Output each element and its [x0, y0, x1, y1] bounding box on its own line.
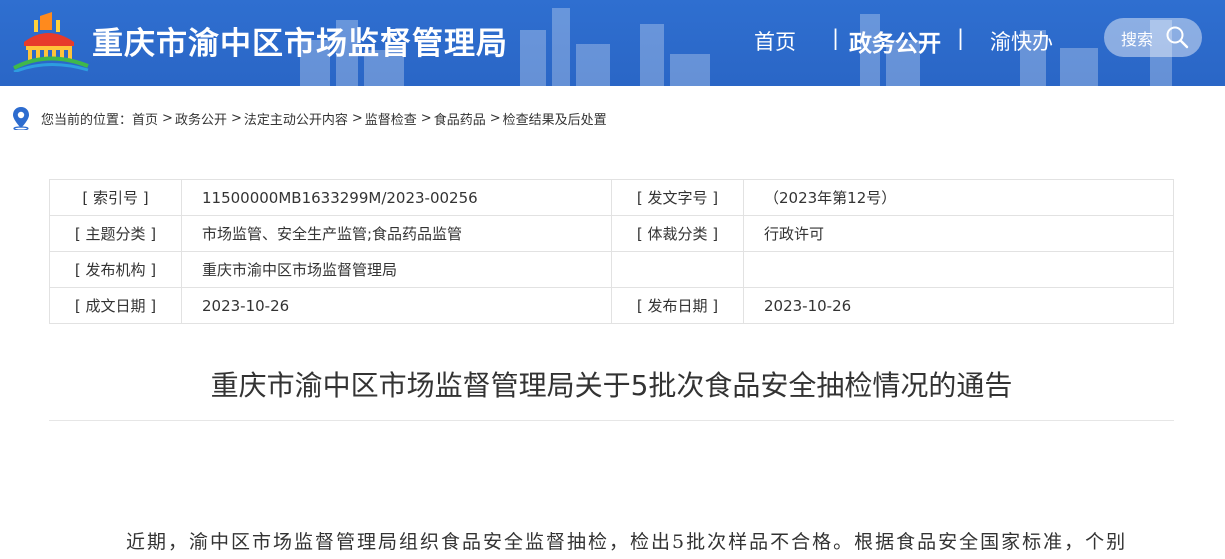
empty-cell	[743, 251, 1174, 288]
breadcrumb-separator: >	[351, 110, 363, 126]
breadcrumb-item-home[interactable]: 首页	[132, 109, 158, 128]
breadcrumb: 您当前的位置： 首页 > 政务公开 > 法定主动公开内容 > 监督检查 > 食品…	[11, 106, 607, 130]
doc-no-value: （2023年第12号）	[743, 179, 1174, 216]
title-divider	[49, 420, 1174, 421]
breadcrumb-prefix: 您当前的位置：	[41, 112, 133, 128]
site-header: 重庆市渝中区市场监督管理局 首页 | 政务公开 | 渝快办 搜索	[0, 0, 1225, 86]
breadcrumb-item-food-drug[interactable]: 食品药品	[434, 109, 486, 128]
doc-no-label: [ 发文字号 ]	[611, 179, 744, 216]
site-title: 重庆市渝中区市场监督管理局	[92, 26, 508, 62]
table-row: [ 成文日期 ] 2023-10-26 [ 发布日期 ] 2023-10-26	[49, 287, 1174, 324]
table-row: [ 索引号 ] 11500000MB1633299M/2023-00256 [ …	[49, 179, 1174, 216]
nav-separator: |	[832, 26, 840, 50]
publish-date-value: 2023-10-26	[743, 287, 1174, 324]
table-row: [ 发布机构 ] 重庆市渝中区市场监督管理局	[49, 251, 1174, 288]
issuer-label: [ 发布机构 ]	[49, 251, 182, 288]
topic-label: [ 主题分类 ]	[49, 215, 182, 252]
document-info-table: [ 索引号 ] 11500000MB1633299M/2023-00256 [ …	[49, 179, 1174, 324]
index-value: 11500000MB1633299M/2023-00256	[181, 179, 612, 216]
topic-value: 市场监管、安全生产监管;食品药品监管	[181, 215, 612, 252]
issuer-value: 重庆市渝中区市场监督管理局	[181, 251, 612, 288]
breadcrumb-separator: >	[162, 110, 173, 126]
index-label: [ 索引号 ]	[49, 179, 182, 216]
breadcrumb-separator: >	[230, 110, 242, 126]
table-row: [ 主题分类 ] 市场监管、安全生产监管;食品药品监管 [ 体裁分类 ] 行政许…	[49, 215, 1174, 252]
empty-cell	[611, 251, 744, 288]
breadcrumb-item-statutory[interactable]: 法定主动公开内容	[244, 109, 348, 128]
search-label: 搜索	[1121, 29, 1154, 49]
search-icon	[1166, 26, 1189, 49]
article-body-text: 近期，渝中区市场监督管理局组织食品安全监督抽检，检出5批次样品不合格。根据食品安…	[126, 531, 1128, 553]
search-button[interactable]: 搜索	[1104, 18, 1202, 57]
genre-value: 行政许可	[743, 215, 1174, 252]
nav-home[interactable]: 首页	[754, 26, 796, 56]
breadcrumb-separator: >	[489, 110, 501, 126]
article-title: 重庆市渝中区市场监督管理局关于5批次食品安全抽检情况的通告	[210, 369, 1013, 402]
site-logo	[13, 12, 89, 72]
nav-separator: |	[957, 26, 965, 50]
breadcrumb-item-inspection[interactable]: 监督检查	[365, 109, 417, 128]
publish-date-label: [ 发布日期 ]	[611, 287, 744, 324]
written-date-value: 2023-10-26	[181, 287, 612, 324]
genre-label: [ 体裁分类 ]	[611, 215, 744, 252]
breadcrumb-separator: >	[420, 110, 432, 126]
breadcrumb-item-results[interactable]: 检查结果及后处置	[503, 109, 607, 128]
breadcrumb-item-gov-open[interactable]: 政务公开	[175, 109, 227, 128]
nav-quick-service[interactable]: 渝快办	[990, 26, 1053, 56]
nav-gov-open[interactable]: 政务公开	[849, 24, 941, 58]
written-date-label: [ 成文日期 ]	[49, 287, 182, 324]
location-pin-icon	[13, 107, 29, 130]
